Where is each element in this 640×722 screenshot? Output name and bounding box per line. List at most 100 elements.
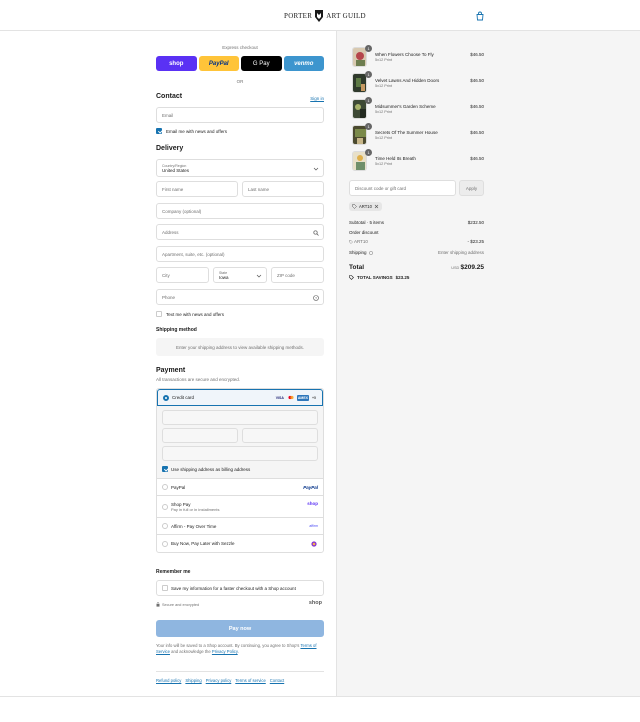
item-title: Velvet Lawns And Hidden Doors <box>375 78 440 83</box>
item-variant: 5x12 Print <box>375 136 393 140</box>
item-variant: 5x12 Print <box>375 58 393 62</box>
address-placeholder: Address <box>162 229 179 235</box>
shopping-bag-icon[interactable] <box>475 11 485 21</box>
paypal-button[interactable]: PayPal <box>198 56 239 71</box>
email-news-checkbox[interactable] <box>156 128 162 134</box>
remember-me-title: Remember me <box>156 569 191 575</box>
cart-item: 1 When Flowers Choose To Fly 5x12 Print … <box>352 45 484 67</box>
contact-link[interactable]: Contact <box>270 678 284 683</box>
legal-period: . <box>237 649 239 654</box>
total-savings-value: $23.25 <box>395 275 410 280</box>
amex-icon: AMEX <box>296 394 309 401</box>
paypal-radio[interactable] <box>162 484 168 490</box>
credit-card-label: Credit card <box>172 395 195 400</box>
discount-code-field[interactable]: Discount code or gift card <box>349 180 456 196</box>
credit-card-option[interactable]: Credit card VISA AMEX +5 <box>157 389 323 406</box>
help-icon[interactable] <box>368 250 373 255</box>
shop-pay-radio[interactable] <box>162 504 168 510</box>
address-field[interactable]: Address <box>156 224 324 240</box>
country-value: United States <box>162 167 190 173</box>
privacy-policy-link[interactable]: Privacy Policy <box>212 649 238 654</box>
savings-tag-icon <box>349 275 354 280</box>
remove-discount-icon[interactable] <box>374 204 379 209</box>
card-number-field[interactable] <box>162 410 318 425</box>
shop-pay-option[interactable]: Shop Pay Pay in full or in installments … <box>157 496 323 518</box>
quantity-badge: 1 <box>365 149 372 156</box>
country-select[interactable]: Country/Region United States <box>156 159 324 177</box>
cart-item: 1 Time Held Its Breath 5x12 Print $46.50 <box>352 149 484 171</box>
sign-in-link[interactable]: Sign in <box>310 96 324 101</box>
legal-text: Your info will be saved to a Shop accoun… <box>156 643 324 655</box>
total-savings: TOTAL SAVINGS $23.25 <box>349 275 409 280</box>
billing-address-checkbox[interactable] <box>162 466 168 472</box>
text-offers-checkbox-row[interactable]: Text me with news and offers <box>156 311 224 317</box>
paypal-option[interactable]: PayPal PayPal <box>157 479 323 496</box>
shop-logo-icon: shop <box>307 501 318 506</box>
save-info-row[interactable]: Save my information for a faster checkou… <box>156 580 324 596</box>
save-info-checkbox[interactable] <box>162 585 168 591</box>
credit-card-radio[interactable] <box>163 394 169 401</box>
name-on-card-field[interactable] <box>162 446 318 461</box>
state-select[interactable]: State Iowa <box>213 267 267 283</box>
sezzle-radio[interactable] <box>162 540 168 547</box>
shipping-value: Enter shipping address <box>437 250 484 255</box>
shop-logo: shop <box>308 600 322 606</box>
page-divider <box>0 696 640 697</box>
contact-title: Contact <box>156 93 183 100</box>
chevron-down-icon <box>256 274 262 278</box>
payment-subtitle: All transactions are secure and encrypte… <box>156 377 241 382</box>
google-pay-button[interactable]: G Pay <box>241 56 282 71</box>
total-value: $209.25 <box>460 264 485 271</box>
apply-button[interactable]: Apply <box>459 180 484 196</box>
legal-text-2: and acknowledge the <box>171 649 211 654</box>
help-icon[interactable]: ? <box>313 295 319 301</box>
quantity-badge: 1 <box>365 45 372 52</box>
shipping-link[interactable]: Shipping <box>185 678 201 683</box>
apartment-field[interactable]: Apartment, suite, etc. (optional) <box>156 246 324 262</box>
secure-label: Secure and encrypted <box>162 602 200 607</box>
chevron-down-icon <box>313 167 319 171</box>
logo-crest-icon <box>315 9 324 22</box>
cart-item: 1 Midsummer's Garden Scheme 5x12 Print $… <box>352 97 484 119</box>
text-offers-checkbox[interactable] <box>156 311 162 317</box>
last-name-field[interactable]: Last name <box>242 181 324 197</box>
expiration-field[interactable] <box>162 428 238 443</box>
phone-field[interactable]: Phone ? <box>156 289 324 305</box>
privacy-policy-footer-link[interactable]: Privacy policy <box>206 678 232 683</box>
pay-now-button[interactable]: Pay now <box>156 620 324 637</box>
item-price: $46.50 <box>470 104 484 109</box>
email-news-checkbox-row[interactable]: Email me with news and offers <box>156 128 227 134</box>
or-divider: OR <box>236 79 244 84</box>
currency-label: USD <box>451 266 460 270</box>
lock-icon <box>156 602 160 607</box>
affirm-radio[interactable] <box>162 523 168 529</box>
secure-note: Secure and encrypted <box>156 602 199 607</box>
shop-pay-sub: Pay in full or in installments <box>171 506 220 512</box>
visa-icon: VISA <box>275 395 284 400</box>
zip-field[interactable]: ZIP code <box>271 267 324 283</box>
city-field[interactable]: City <box>156 267 209 283</box>
card-fields-area: Use shipping address as billing address <box>157 406 323 479</box>
footer-links: Refund policy Shipping Privacy policy Te… <box>156 671 324 683</box>
terms-of-service-footer-link[interactable]: Terms of service <box>235 678 265 683</box>
logo-right-text: ART GUILD <box>326 11 366 20</box>
company-field[interactable]: Company (optional) <box>156 203 324 219</box>
first-name-field[interactable]: First name <box>156 181 238 197</box>
email-news-label: Email me with news and offers <box>166 128 227 134</box>
logo-left-text: PORTER <box>284 11 313 20</box>
security-code-field[interactable] <box>242 428 318 443</box>
total-savings-label: TOTAL SAVINGS <box>357 275 393 280</box>
item-price: $46.50 <box>470 78 484 83</box>
venmo-button[interactable]: venmo <box>283 56 324 71</box>
email-field[interactable]: Email <box>156 107 324 123</box>
subtotal-label: Subtotal · 5 items <box>349 220 385 225</box>
shop-pay-button[interactable]: shop <box>156 56 197 71</box>
affirm-label: Affirm - Pay Over Time <box>171 523 217 529</box>
svg-text:?: ? <box>315 297 317 301</box>
store-logo[interactable]: PORTER ART GUILD <box>284 8 366 23</box>
refund-policy-link[interactable]: Refund policy <box>156 678 181 683</box>
billing-checkbox-row[interactable]: Use shipping address as billing address <box>162 464 318 474</box>
sezzle-option[interactable]: Buy Now, Pay Later with Sezzle <box>157 535 323 552</box>
item-variant: 5x12 Print <box>375 84 393 88</box>
affirm-option[interactable]: Affirm - Pay Over Time affirm <box>157 518 323 535</box>
